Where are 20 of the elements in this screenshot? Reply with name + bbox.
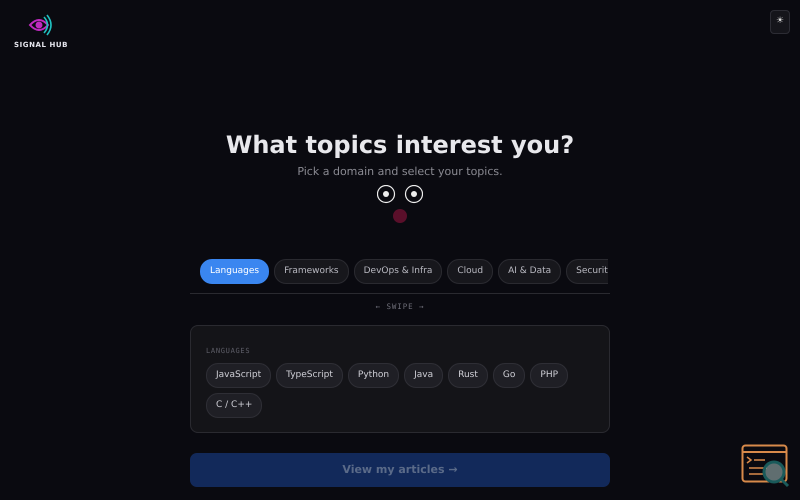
topic-chip[interactable]: Rust	[448, 363, 488, 388]
page-subheading: Pick a domain and select your topics.	[297, 164, 503, 180]
terminal-search-icon[interactable]	[741, 444, 791, 488]
logo-icon	[28, 14, 54, 36]
domain-tab[interactable]: Languages	[200, 259, 270, 284]
topic-chip[interactable]: Go	[492, 363, 526, 388]
domain-tab[interactable]: AI & Data	[498, 259, 562, 284]
domain-tab[interactable]: DevOps & Infra	[354, 259, 442, 284]
topic-chip[interactable]: Java	[404, 363, 444, 388]
domain-tab[interactable]: Frameworks	[274, 259, 349, 284]
page-heading: What topics interest you?	[226, 131, 574, 160]
domain-tab[interactable]: Cloud	[447, 259, 494, 284]
theme-toggle-button[interactable]: ☀	[770, 10, 790, 34]
topic-chip[interactable]: Python	[348, 363, 400, 388]
topic-chip[interactable]: TypeScript	[276, 363, 343, 388]
domain-tab[interactable]: Securit	[566, 259, 608, 284]
mascot-drawing	[377, 185, 423, 226]
topic-chip[interactable]: C / C++	[206, 393, 262, 418]
topic-chip[interactable]: JavaScript	[206, 363, 272, 388]
topic-chip[interactable]: PHP	[530, 363, 568, 388]
